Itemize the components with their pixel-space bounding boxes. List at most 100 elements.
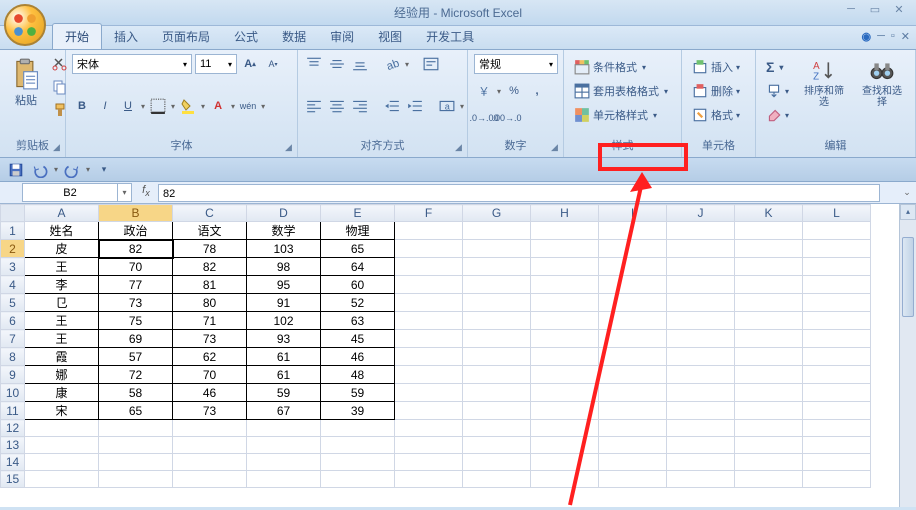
merge-center-button[interactable]: a: [437, 96, 457, 116]
cell-G2[interactable]: [463, 240, 531, 258]
cell-B3[interactable]: 70: [99, 258, 173, 276]
row-header-5[interactable]: 5: [1, 294, 25, 312]
minimize-ribbon-button[interactable]: ─: [877, 30, 885, 43]
cell-F7[interactable]: [395, 330, 463, 348]
cell-styles-button[interactable]: 单元格样式▾: [570, 106, 661, 124]
cell-E8[interactable]: 46: [321, 348, 395, 366]
cell-A11[interactable]: 宋: [25, 402, 99, 420]
cell-G1[interactable]: [463, 222, 531, 240]
fx-button[interactable]: fx: [136, 184, 156, 202]
increase-decimal-button[interactable]: .0→.00: [474, 108, 494, 128]
cell-F2[interactable]: [395, 240, 463, 258]
insert-cells-button[interactable]: 插入▾: [688, 58, 744, 76]
delete-cells-button[interactable]: 删除▾: [688, 82, 744, 100]
close-workbook-button[interactable]: ✕: [901, 30, 910, 43]
cell-B2[interactable]: 82: [99, 240, 173, 258]
cell-K15[interactable]: [735, 471, 803, 488]
cell-G15[interactable]: [463, 471, 531, 488]
cell-C15[interactable]: [173, 471, 247, 488]
col-header-F[interactable]: F: [395, 205, 463, 222]
cell-E7[interactable]: 45: [321, 330, 395, 348]
wrap-text-button[interactable]: [421, 54, 441, 74]
cell-B6[interactable]: 75: [99, 312, 173, 330]
col-header-H[interactable]: H: [531, 205, 599, 222]
cell-B12[interactable]: [99, 420, 173, 437]
cell-B5[interactable]: 73: [99, 294, 173, 312]
cell-D12[interactable]: [247, 420, 321, 437]
cell-D15[interactable]: [247, 471, 321, 488]
restore-window-button[interactable]: ▫: [891, 30, 895, 43]
cell-L10[interactable]: [803, 384, 871, 402]
cell-B11[interactable]: 65: [99, 402, 173, 420]
cell-L4[interactable]: [803, 276, 871, 294]
cell-H10[interactable]: [531, 384, 599, 402]
cell-D9[interactable]: 61: [247, 366, 321, 384]
col-header-D[interactable]: D: [247, 205, 321, 222]
col-header-I[interactable]: I: [599, 205, 667, 222]
cell-L13[interactable]: [803, 437, 871, 454]
cell-J14[interactable]: [667, 454, 735, 471]
cell-J6[interactable]: [667, 312, 735, 330]
cell-A8[interactable]: 霞: [25, 348, 99, 366]
tab-page-layout[interactable]: 页面布局: [150, 24, 222, 49]
row-header-10[interactable]: 10: [1, 384, 25, 402]
cell-B9[interactable]: 72: [99, 366, 173, 384]
tab-formulas[interactable]: 公式: [222, 24, 270, 49]
cell-J1[interactable]: [667, 222, 735, 240]
col-header-L[interactable]: L: [803, 205, 871, 222]
tab-insert[interactable]: 插入: [102, 24, 150, 49]
row-header-9[interactable]: 9: [1, 366, 25, 384]
cell-I6[interactable]: [599, 312, 667, 330]
cell-L9[interactable]: [803, 366, 871, 384]
find-select-button[interactable]: 查找和选择: [855, 54, 909, 112]
cell-I3[interactable]: [599, 258, 667, 276]
cell-F15[interactable]: [395, 471, 463, 488]
cell-I5[interactable]: [599, 294, 667, 312]
col-header-B[interactable]: B: [99, 205, 173, 222]
cell-E4[interactable]: 60: [321, 276, 395, 294]
paste-button[interactable]: 粘贴: [6, 54, 46, 112]
cell-D11[interactable]: 67: [247, 402, 321, 420]
cell-A10[interactable]: 康: [25, 384, 99, 402]
cell-F13[interactable]: [395, 437, 463, 454]
cell-J11[interactable]: [667, 402, 735, 420]
cell-F11[interactable]: [395, 402, 463, 420]
cell-B1[interactable]: 政治: [99, 222, 173, 240]
cell-B14[interactable]: [99, 454, 173, 471]
cell-H8[interactable]: [531, 348, 599, 366]
cell-J10[interactable]: [667, 384, 735, 402]
cell-H15[interactable]: [531, 471, 599, 488]
cell-C4[interactable]: 81: [173, 276, 247, 294]
cell-I9[interactable]: [599, 366, 667, 384]
cell-G11[interactable]: [463, 402, 531, 420]
col-header-J[interactable]: J: [667, 205, 735, 222]
cell-I2[interactable]: [599, 240, 667, 258]
cell-H14[interactable]: [531, 454, 599, 471]
cell-F9[interactable]: [395, 366, 463, 384]
row-header-13[interactable]: 13: [1, 437, 25, 454]
cell-E14[interactable]: [321, 454, 395, 471]
cell-F12[interactable]: [395, 420, 463, 437]
cell-G8[interactable]: [463, 348, 531, 366]
col-header-G[interactable]: G: [463, 205, 531, 222]
row-header-7[interactable]: 7: [1, 330, 25, 348]
cell-J12[interactable]: [667, 420, 735, 437]
clipboard-dialog-launcher[interactable]: ◢: [50, 142, 63, 155]
cell-L6[interactable]: [803, 312, 871, 330]
cell-K13[interactable]: [735, 437, 803, 454]
cell-J3[interactable]: [667, 258, 735, 276]
cell-D5[interactable]: 91: [247, 294, 321, 312]
cell-C6[interactable]: 71: [173, 312, 247, 330]
cell-D7[interactable]: 93: [247, 330, 321, 348]
cell-L14[interactable]: [803, 454, 871, 471]
font-size-select[interactable]: 11▾: [195, 54, 237, 74]
cell-H6[interactable]: [531, 312, 599, 330]
cell-J4[interactable]: [667, 276, 735, 294]
cell-G10[interactable]: [463, 384, 531, 402]
cell-E10[interactable]: 59: [321, 384, 395, 402]
name-box[interactable]: B2 ▾: [22, 183, 132, 202]
accounting-format-button[interactable]: ￥: [474, 81, 494, 101]
cell-A1[interactable]: 姓名: [25, 222, 99, 240]
save-button[interactable]: [6, 160, 26, 180]
maximize-button[interactable]: ▭: [864, 3, 886, 19]
